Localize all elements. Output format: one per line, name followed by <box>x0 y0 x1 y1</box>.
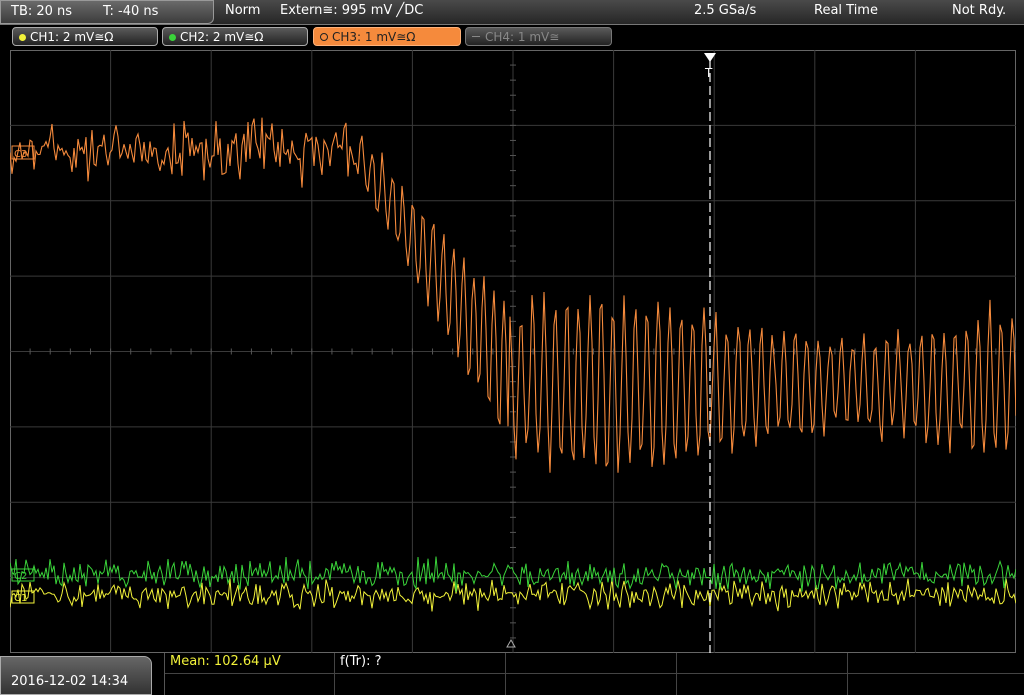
measurement-row-empty <box>165 674 1024 694</box>
timebase-box[interactable]: TB: 20 ns T: -40 ns <box>0 0 214 24</box>
datetime-label: 2016-12-02 14:34 <box>11 674 129 689</box>
ftr-measurement: f(Tr): ? <box>340 654 382 669</box>
trigger-marker-label: T <box>704 66 713 80</box>
ch1-dot-icon <box>19 34 26 41</box>
channel-tabs: CH1: 2 mV≅Ω CH2: 2 mV≅Ω CH3: 1 mV≅Ω CH4:… <box>0 26 1024 50</box>
meas-divider <box>676 653 677 695</box>
waveform-plot: T C3 C2 C1 <box>10 50 1016 653</box>
ch1-offset-marker: C1 <box>11 590 35 604</box>
ch4-off-icon <box>472 36 480 37</box>
ch3-ring-icon <box>320 33 328 41</box>
tab-ch3[interactable]: CH3: 1 mV≅Ω <box>313 27 461 46</box>
ch1-marker-label: C1 <box>14 593 27 604</box>
mean-measurement: Mean: 102.64 µV <box>170 654 281 669</box>
meas-divider <box>334 653 335 695</box>
datetime-box: 2016-12-02 14:34 <box>0 656 152 695</box>
sample-rate-label: 2.5 GSa/s <box>694 3 757 18</box>
time-reference-icon <box>506 638 516 648</box>
trigger-mode-label[interactable]: Norm <box>225 3 260 18</box>
timebase-label: TB: 20 ns <box>11 4 73 19</box>
tab-ch4[interactable]: CH4: 1 mV≅ <box>465 27 612 46</box>
ch3-marker-label: C3 <box>14 149 27 160</box>
meas-divider <box>847 653 848 695</box>
meas-divider <box>505 653 506 695</box>
acquisition-mode-label: Real Time <box>814 3 878 18</box>
trigger-source-label[interactable]: Extern≅: 995 mV ╱DC <box>280 3 423 18</box>
trigger-time-label: T: -40 ns <box>103 4 159 19</box>
measurement-row: Mean: 102.64 µV f(Tr): ? <box>165 653 1024 674</box>
tab-ch4-label: CH4: 1 mV≅ <box>485 30 560 44</box>
tab-ch1-label: CH1: 2 mV≅Ω <box>30 30 114 44</box>
ch2-dot-icon <box>169 34 176 41</box>
ch2-offset-marker: C2 <box>11 568 35 582</box>
tab-ch3-label: CH3: 1 mV≅Ω <box>332 30 416 44</box>
tab-ch2-label: CH2: 2 mV≅Ω <box>180 30 264 44</box>
status-bar: TB: 20 ns T: -40 ns Norm Extern≅: 995 mV… <box>0 0 1024 25</box>
acquisition-status-label: Not Rdy. <box>952 3 1007 18</box>
tab-ch2[interactable]: CH2: 2 mV≅Ω <box>162 27 308 46</box>
ch2-marker-label: C2 <box>14 571 27 582</box>
tab-ch1[interactable]: CH1: 2 mV≅Ω <box>12 27 158 46</box>
ch3-offset-marker: C3 <box>11 145 35 160</box>
measurement-panel[interactable]: Mean: 102.64 µV f(Tr): ? <box>164 653 1024 695</box>
